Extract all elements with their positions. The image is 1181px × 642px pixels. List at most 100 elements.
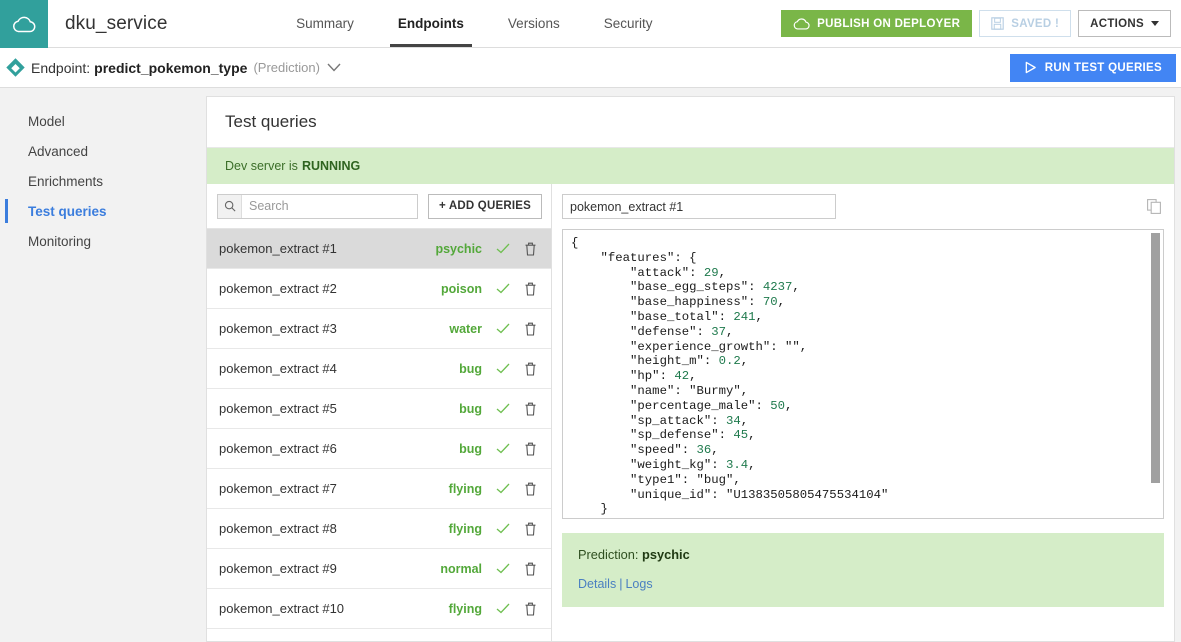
chevron-down-icon[interactable] xyxy=(327,61,341,74)
query-name: pokemon_extract #10 xyxy=(219,601,345,616)
query-name-input[interactable] xyxy=(562,194,836,219)
trash-icon[interactable] xyxy=(524,442,537,456)
endpoint-kind: (Prediction) xyxy=(253,60,320,75)
app-title: dku_service xyxy=(65,12,168,34)
sidebar-item-label: Monitoring xyxy=(28,233,92,249)
link-separator: | xyxy=(619,577,623,591)
query-type-badge: flying xyxy=(448,601,482,616)
dev-server-status: RUNNING xyxy=(301,159,361,173)
table-row[interactable]: pokemon_extract #9 normal xyxy=(207,549,551,589)
query-type-badge: water xyxy=(449,321,482,336)
table-row[interactable]: pokemon_extract #4 bug xyxy=(207,349,551,389)
query-name: pokemon_extract #4 xyxy=(219,361,337,376)
table-row[interactable]: pokemon_extract #10 flying xyxy=(207,589,551,629)
app-logo[interactable] xyxy=(0,0,48,48)
prediction-result-box: Prediction: psychic Details | Logs xyxy=(562,533,1164,607)
publish-on-deployer-button[interactable]: PUBLISH ON DEPLOYER xyxy=(781,10,973,37)
query-json-editor[interactable]: { "features": { "attack": 29, "base_egg_… xyxy=(562,229,1164,519)
sidebar-item-monitoring[interactable]: Monitoring xyxy=(0,226,206,256)
table-row[interactable]: pokemon_extract #1 psychic xyxy=(207,229,551,269)
trash-icon[interactable] xyxy=(524,562,537,576)
logs-link[interactable]: Logs xyxy=(625,577,652,591)
saved-button[interactable]: SAVED ! xyxy=(979,10,1072,37)
add-queries-button[interactable]: + ADD QUERIES xyxy=(428,193,542,219)
check-icon[interactable] xyxy=(496,443,510,454)
top-bar: dku_service Summary Endpoints Versions S… xyxy=(0,0,1181,48)
copy-icon[interactable] xyxy=(1144,197,1164,217)
body: Model Advanced Enrichments Test queries … xyxy=(0,88,1181,642)
saved-label: SAVED ! xyxy=(1011,17,1060,30)
sidebar-item-enrichments[interactable]: Enrichments xyxy=(0,166,206,196)
query-name: pokemon_extract #6 xyxy=(219,441,337,456)
check-icon[interactable] xyxy=(496,563,510,574)
details-link[interactable]: Details xyxy=(578,577,616,591)
tab-versions[interactable]: Versions xyxy=(486,0,582,47)
prediction-value: psychic xyxy=(642,547,690,562)
sidebar-item-advanced[interactable]: Advanced xyxy=(0,136,206,166)
search-box[interactable] xyxy=(217,193,418,219)
query-name: pokemon_extract #5 xyxy=(219,401,337,416)
cloud-upload-icon xyxy=(793,17,810,30)
test-queries-card: Test queries Dev server is RUNNING Searc… xyxy=(206,96,1175,642)
endpoint-bar: Endpoint: predict_pokemon_type (Predicti… xyxy=(0,48,1181,88)
diamond-icon xyxy=(6,58,25,77)
trash-icon[interactable] xyxy=(524,522,537,536)
query-name: pokemon_extract #2 xyxy=(219,281,337,296)
actions-label: ACTIONS xyxy=(1090,17,1144,30)
table-row[interactable]: pokemon_extract #7 flying xyxy=(207,469,551,509)
prediction-prefix: Prediction: xyxy=(578,547,639,562)
table-row[interactable]: pokemon_extract #5 bug xyxy=(207,389,551,429)
trash-icon[interactable] xyxy=(524,282,537,296)
check-icon[interactable] xyxy=(496,323,510,334)
check-icon[interactable] xyxy=(496,363,510,374)
floppy-disk-icon xyxy=(991,17,1004,30)
query-list: pokemon_extract #1 psychic pokemon_extra… xyxy=(207,228,551,641)
table-row[interactable]: pokemon_extract #8 flying xyxy=(207,509,551,549)
editor-scrollbar[interactable] xyxy=(1149,231,1162,517)
top-navigation: Summary Endpoints Versions Security xyxy=(167,0,781,47)
query-name: pokemon_extract #9 xyxy=(219,561,337,576)
trash-icon[interactable] xyxy=(524,402,537,416)
trash-icon[interactable] xyxy=(524,482,537,496)
caret-down-icon xyxy=(1151,21,1159,26)
page-title: Test queries xyxy=(207,97,1174,148)
top-actions: PUBLISH ON DEPLOYER SAVED ! ACTIONS xyxy=(781,0,1181,47)
query-name: pokemon_extract #8 xyxy=(219,521,337,536)
run-test-queries-button[interactable]: RUN TEST QUERIES xyxy=(1009,53,1176,82)
query-name: pokemon_extract #3 xyxy=(219,321,337,336)
search-input[interactable] xyxy=(242,194,417,218)
trash-icon[interactable] xyxy=(524,362,537,376)
trash-icon[interactable] xyxy=(524,242,537,256)
prediction-text: Prediction: psychic xyxy=(578,547,1148,562)
tab-endpoints[interactable]: Endpoints xyxy=(376,0,486,47)
query-list-toolbar: + ADD QUERIES xyxy=(207,184,551,228)
tab-summary[interactable]: Summary xyxy=(274,0,376,47)
scrollbar-thumb[interactable] xyxy=(1151,233,1160,483)
table-row[interactable]: pokemon_extract #2 poison xyxy=(207,269,551,309)
sidebar: Model Advanced Enrichments Test queries … xyxy=(0,88,206,642)
query-json-content: { "features": { "attack": 29, "base_egg_… xyxy=(571,236,889,518)
sidebar-item-label: Enrichments xyxy=(28,173,104,189)
run-label: RUN TEST QUERIES xyxy=(1044,61,1162,74)
trash-icon[interactable] xyxy=(524,602,537,616)
sidebar-item-model[interactable]: Model xyxy=(0,106,206,136)
table-row[interactable]: pokemon_extract #6 bug xyxy=(207,429,551,469)
table-row[interactable]: pokemon_extract #3 water xyxy=(207,309,551,349)
query-name: pokemon_extract #7 xyxy=(219,481,337,496)
cloud-icon xyxy=(13,16,36,32)
check-icon[interactable] xyxy=(496,603,510,614)
main-content: Test queries Dev server is RUNNING Searc… xyxy=(206,88,1181,642)
query-type-badge: normal xyxy=(440,561,482,576)
trash-icon[interactable] xyxy=(524,322,537,336)
sidebar-item-test-queries[interactable]: Test queries xyxy=(0,196,206,226)
query-type-badge: bug xyxy=(459,441,482,456)
check-icon[interactable] xyxy=(496,483,510,494)
check-icon[interactable] xyxy=(496,283,510,294)
check-icon[interactable] xyxy=(496,403,510,414)
tab-security[interactable]: Security xyxy=(582,0,675,47)
check-icon[interactable] xyxy=(496,243,510,254)
play-icon xyxy=(1025,61,1036,74)
check-icon[interactable] xyxy=(496,523,510,534)
actions-button[interactable]: ACTIONS xyxy=(1078,10,1171,37)
query-name: pokemon_extract #1 xyxy=(219,241,337,256)
